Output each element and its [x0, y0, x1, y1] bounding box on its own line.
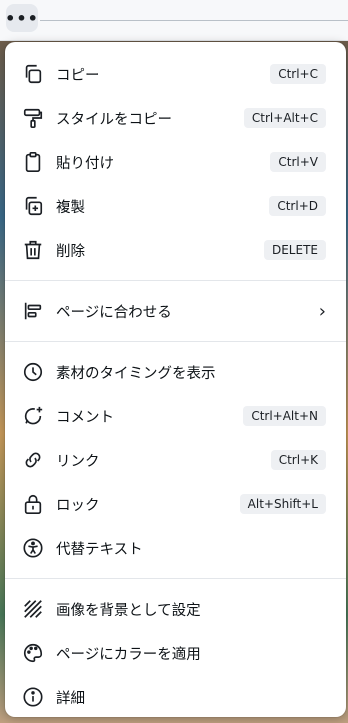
shortcut-badge: DELETE	[263, 240, 326, 260]
info-icon	[22, 686, 44, 708]
context-menu: コピー Ctrl+C スタイルをコピー Ctrl+Alt+C 貼り付け Ctrl…	[5, 42, 346, 717]
more-options-button[interactable]: •••	[5, 4, 38, 32]
menu-item-duplicate[interactable]: 複製 Ctrl+D	[5, 184, 346, 228]
menu-item-comment[interactable]: コメント Ctrl+Alt+N	[5, 394, 346, 438]
shortcut-badge: Alt+Shift+L	[239, 494, 326, 514]
menu-divider	[5, 280, 346, 281]
shortcut-badge: Ctrl+V	[270, 152, 326, 172]
menu-item-label: スタイルをコピー	[56, 111, 172, 128]
comment-plus-icon	[22, 405, 44, 427]
menu-item-label: 削除	[56, 243, 85, 260]
shortcut-badge: Ctrl+C	[270, 64, 326, 84]
menu-item-fit-to-page[interactable]: ページに合わせる ›	[5, 289, 346, 333]
menu-item-alt-text[interactable]: 代替テキスト	[5, 526, 346, 570]
menu-item-label: ページにカラーを適用	[56, 646, 201, 663]
menu-item-show-timing[interactable]: 素材のタイミングを表示	[5, 350, 346, 394]
menu-item-label: 複製	[56, 199, 85, 216]
toolbar-divider	[40, 20, 348, 21]
menu-item-label: 素材のタイミングを表示	[56, 365, 216, 382]
lock-icon	[22, 493, 44, 515]
duplicate-icon	[22, 195, 44, 217]
menu-item-details[interactable]: 詳細	[5, 675, 346, 719]
shortcut-badge: Ctrl+D	[269, 196, 326, 216]
palette-icon	[22, 642, 44, 664]
menu-item-label: リンク	[56, 453, 100, 470]
menu-divider	[5, 341, 346, 342]
menu-item-apply-colors[interactable]: ページにカラーを適用	[5, 631, 346, 675]
menu-item-label: ページに合わせる	[56, 304, 172, 321]
accessibility-icon	[22, 537, 44, 559]
clipboard-icon	[22, 151, 44, 173]
clock-icon	[22, 361, 44, 383]
trash-icon	[22, 239, 44, 261]
shortcut-badge: Ctrl+Alt+C	[243, 108, 326, 128]
menu-item-label: ロック	[56, 497, 100, 514]
menu-item-label: 代替テキスト	[56, 541, 143, 558]
menu-item-label: 画像を背景として設定	[56, 602, 201, 619]
top-toolbar: •••	[0, 0, 348, 41]
menu-divider	[5, 578, 346, 579]
menu-item-delete[interactable]: 削除 DELETE	[5, 228, 346, 272]
copy-icon	[22, 63, 44, 85]
menu-item-label: コメント	[56, 409, 114, 426]
shortcut-badge: Ctrl+K	[270, 450, 326, 470]
menu-item-label: 詳細	[56, 690, 85, 707]
menu-item-lock[interactable]: ロック Alt+Shift+L	[5, 482, 346, 526]
menu-item-copy-style[interactable]: スタイルをコピー Ctrl+Alt+C	[5, 96, 346, 140]
menu-item-paste[interactable]: 貼り付け Ctrl+V	[5, 140, 346, 184]
menu-item-link[interactable]: リンク Ctrl+K	[5, 438, 346, 482]
link-icon	[22, 449, 44, 471]
paint-roller-icon	[22, 107, 44, 129]
align-left-icon	[22, 300, 44, 322]
menu-item-copy[interactable]: コピー Ctrl+C	[5, 52, 346, 96]
chevron-right-icon: ›	[318, 300, 326, 322]
menu-item-label: コピー	[56, 67, 100, 84]
menu-item-label: 貼り付け	[56, 155, 114, 172]
background-pattern-icon	[22, 598, 44, 620]
shortcut-badge: Ctrl+Alt+N	[243, 406, 326, 426]
menu-item-set-as-background[interactable]: 画像を背景として設定	[5, 587, 346, 631]
